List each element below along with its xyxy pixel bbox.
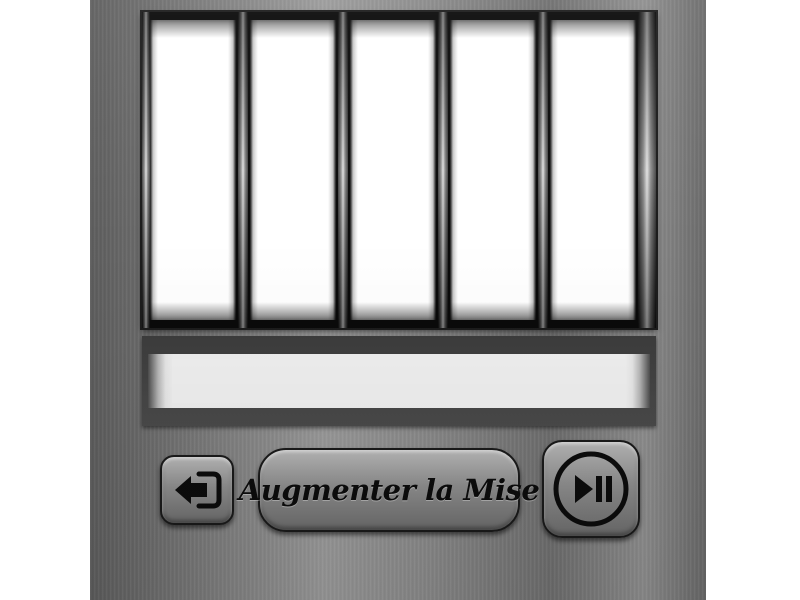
frame-edge-left <box>142 12 150 328</box>
slot-machine-panel: Augmenter la Mise <box>90 0 706 600</box>
reel-divider <box>238 12 248 328</box>
reel-2 <box>250 20 336 320</box>
frame-edge-right <box>638 12 656 328</box>
play-pause-button[interactable] <box>542 440 640 538</box>
raise-bet-button[interactable]: Augmenter la Mise <box>239 448 540 532</box>
message-text <box>172 359 626 403</box>
message-display <box>148 354 650 408</box>
reel-1 <box>150 20 236 320</box>
reel-divider <box>538 12 548 328</box>
play-pause-icon <box>544 442 638 536</box>
reel-3 <box>350 20 436 320</box>
reels-window <box>142 12 656 328</box>
reel-divider <box>338 12 348 328</box>
reel-divider <box>438 12 448 328</box>
reel-4 <box>450 20 536 320</box>
reel-5 <box>550 20 636 320</box>
message-bar <box>142 336 656 426</box>
raise-bet-label: Augmenter la Mise <box>238 473 540 507</box>
exit-arrow-icon <box>162 457 232 523</box>
exit-button[interactable] <box>160 455 234 525</box>
